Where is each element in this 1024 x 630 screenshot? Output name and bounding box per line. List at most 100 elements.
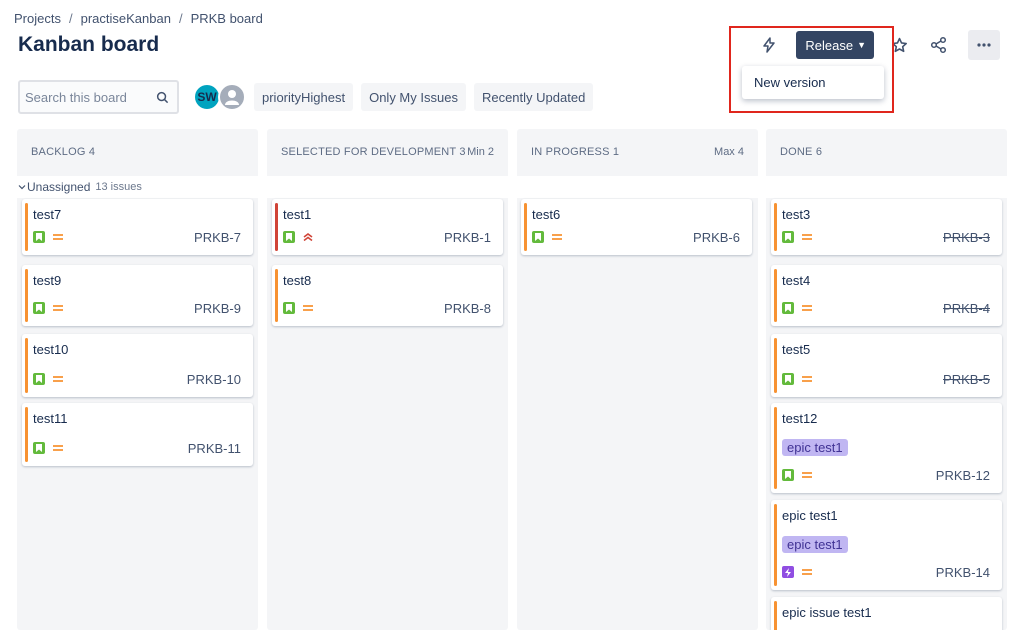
column-header: SELECTED FOR DEVELOPMENT 3 Min 2 [267,129,508,175]
breadcrumb-separator: / [68,11,73,26]
card-grabber [25,407,28,462]
swimlane-label: Unassigned [27,180,91,194]
search-placeholder: Search this board [25,89,127,105]
issue-key[interactable]: PRKB-6 [693,230,740,245]
issue-card[interactable]: test11 PRKB-11 [22,403,253,466]
issue-card[interactable]: test12 epic test1 PRKB-12 [771,403,1002,493]
avatar[interactable]: SW [193,83,221,111]
issue-key[interactable]: PRKB-3 [943,230,990,245]
story-type-icon [782,231,794,243]
issue-key[interactable]: PRKB-7 [194,230,241,245]
card-grabber [275,203,278,251]
issue-card[interactable]: test10 PRKB-10 [22,334,253,397]
epic-type-icon [782,566,794,578]
issue-key[interactable]: PRKB-8 [444,301,491,316]
breadcrumb-project[interactable]: practiseKanban [81,11,171,26]
share-button[interactable] [924,30,954,60]
issue-key[interactable]: PRKB-12 [936,468,990,483]
issue-card[interactable]: test3 PRKB-3 [771,199,1002,255]
issue-key[interactable]: PRKB-14 [936,565,990,580]
issue-card[interactable]: test1 PRKB-1 [272,199,503,255]
card-summary: test10 [33,342,69,357]
chevron-down-icon [18,185,26,190]
priority-medium-icon [52,442,64,454]
story-type-icon [33,302,45,314]
quick-filter-recently-updated[interactable]: Recently Updated [473,83,594,111]
card-footer: PRKB-6 [532,230,740,245]
more-button[interactable] [968,30,1000,60]
priority-medium-icon [801,302,813,314]
story-type-icon [33,442,45,454]
breadcrumb-projects[interactable]: Projects [14,11,61,26]
card-summary: test12 [782,411,818,426]
column-name: BACKLOG [31,146,86,158]
card-grabber [774,601,777,630]
issue-key[interactable]: PRKB-10 [187,372,241,387]
card-grabber [25,269,28,322]
breadcrumb-separator: / [178,11,183,26]
swimlane-count: 13 issues [95,181,142,193]
story-type-icon [782,302,794,314]
issue-card[interactable]: test6 PRKB-6 [521,199,752,255]
card-grabber [774,203,777,251]
issue-card[interactable]: epic test1 epic test1 PRKB-14 [771,500,1002,590]
priority-medium-icon [52,231,64,243]
issue-card[interactable]: test8 PRKB-8 [272,265,503,326]
card-summary: test11 [33,411,68,426]
issue-key[interactable]: PRKB-1 [444,230,491,245]
issue-card[interactable]: test4 PRKB-4 [771,265,1002,326]
issue-key[interactable]: PRKB-5 [943,372,990,387]
search-input[interactable]: Search this board [18,80,179,114]
card-grabber [25,338,28,393]
swimlane-header[interactable]: Unassigned 13 issues [17,176,1007,198]
issue-card[interactable]: epic issue test1 [771,597,1002,630]
column-name: SELECTED FOR DEVELOPMENT [281,146,457,158]
epic-label[interactable]: epic test1 [782,536,848,553]
column-header: DONE 6 [766,129,1007,175]
quick-filter-priority-highest[interactable]: priorityHighest [254,83,354,111]
quick-filter-only-my-issues[interactable]: Only My Issues [361,83,466,111]
story-type-icon [782,373,794,385]
issue-card[interactable]: test7 PRKB-7 [22,199,253,255]
column-count: 1 [612,146,620,158]
card-footer: PRKB-3 [782,230,990,245]
more-icon [977,43,991,47]
priority-medium-icon [551,231,563,243]
column-count: 3 [459,146,466,158]
column-limit: Min 2 [467,146,494,158]
issue-key[interactable]: PRKB-4 [943,301,990,316]
card-footer: PRKB-10 [33,372,241,387]
card-footer: PRKB-7 [33,230,241,245]
column-limit: Max 4 [714,146,744,158]
card-footer: PRKB-12 [782,468,990,483]
priority-highest-icon [302,231,314,243]
card-summary: test6 [532,207,561,222]
priority-medium-icon [801,566,813,578]
epic-label[interactable]: epic test1 [782,439,848,456]
issue-card[interactable]: test9 PRKB-9 [22,265,253,326]
page-title: Kanban board [18,33,160,56]
story-type-icon [782,469,794,481]
release-dropdown: New version [742,66,884,99]
breadcrumb-board[interactable]: PRKB board [191,11,263,26]
column-count: 6 [815,146,823,158]
issue-card[interactable]: test5 PRKB-5 [771,334,1002,397]
card-footer: PRKB-1 [283,230,491,245]
card-summary: test9 [33,273,62,288]
card-footer: PRKB-8 [283,301,491,316]
card-grabber [774,504,777,586]
card-grabber [774,338,777,393]
issue-key[interactable]: PRKB-11 [188,441,241,456]
card-summary: epic issue test1 [782,605,872,620]
column-name: DONE [780,146,813,158]
card-grabber [524,203,527,251]
card-footer: PRKB-14 [782,565,990,580]
card-footer: PRKB-11 [33,441,241,456]
column-count: 4 [88,146,96,158]
priority-medium-icon [302,302,314,314]
card-summary: epic test1 [782,508,838,523]
issue-key[interactable]: PRKB-9 [194,301,241,316]
new-version-item[interactable]: New version [754,75,826,90]
unassigned-avatar[interactable] [218,83,246,111]
user-icon [225,90,239,105]
